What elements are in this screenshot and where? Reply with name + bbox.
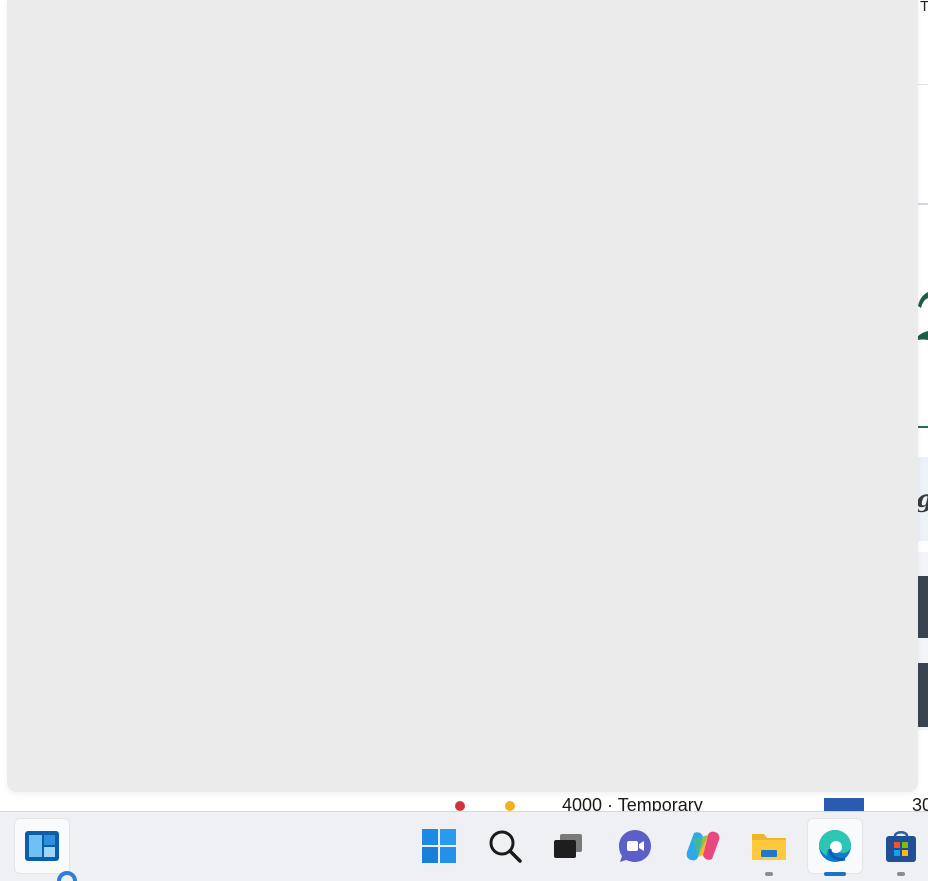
microsoft-store-icon — [886, 831, 916, 862]
background-tab-row: 4000 · Temporary 30 — [0, 790, 928, 811]
widgets-icon — [25, 831, 59, 861]
background-accent-line — [918, 426, 928, 428]
widgets-button[interactable] — [14, 818, 70, 874]
running-indicator — [897, 872, 905, 876]
taskbar — [0, 811, 928, 881]
background-tab — [388, 792, 436, 810]
background-section — [918, 85, 928, 203]
desktop-screen: T g 4000 · Temporary 30 — [0, 0, 928, 881]
edge-browser-icon — [819, 830, 851, 862]
widgets-badge-icon — [57, 871, 77, 881]
meet-video-icon — [619, 830, 651, 862]
meet-button[interactable] — [607, 818, 663, 874]
background-dark-card — [918, 663, 928, 727]
folder-icon — [752, 834, 786, 860]
edge-browser-button[interactable] — [807, 818, 863, 876]
widgets-flyout-panel[interactable] — [7, 0, 918, 792]
task-view-icon — [554, 834, 582, 858]
active-running-indicator — [824, 872, 846, 876]
background-blue-element — [824, 798, 864, 811]
background-row-text: 4000 · Temporary — [562, 795, 703, 811]
search-icon — [489, 830, 522, 863]
start-button[interactable] — [411, 818, 467, 874]
windows-start-icon — [422, 829, 456, 863]
copilot-icon — [686, 831, 720, 861]
background-dark-card — [918, 576, 928, 638]
search-button[interactable] — [477, 818, 533, 874]
file-explorer-button[interactable] — [741, 818, 797, 876]
background-row-number: 30 — [912, 795, 928, 811]
microsoft-store-button[interactable] — [873, 818, 928, 876]
copilot-button[interactable] — [675, 818, 731, 874]
running-indicator — [765, 872, 773, 876]
background-logo-fragment-icon — [918, 292, 928, 340]
red-status-icon — [455, 801, 465, 811]
background-header-letter: T — [920, 0, 928, 15]
task-view-button[interactable] — [540, 818, 596, 874]
background-divider — [918, 203, 928, 205]
yellow-status-icon — [505, 801, 515, 811]
